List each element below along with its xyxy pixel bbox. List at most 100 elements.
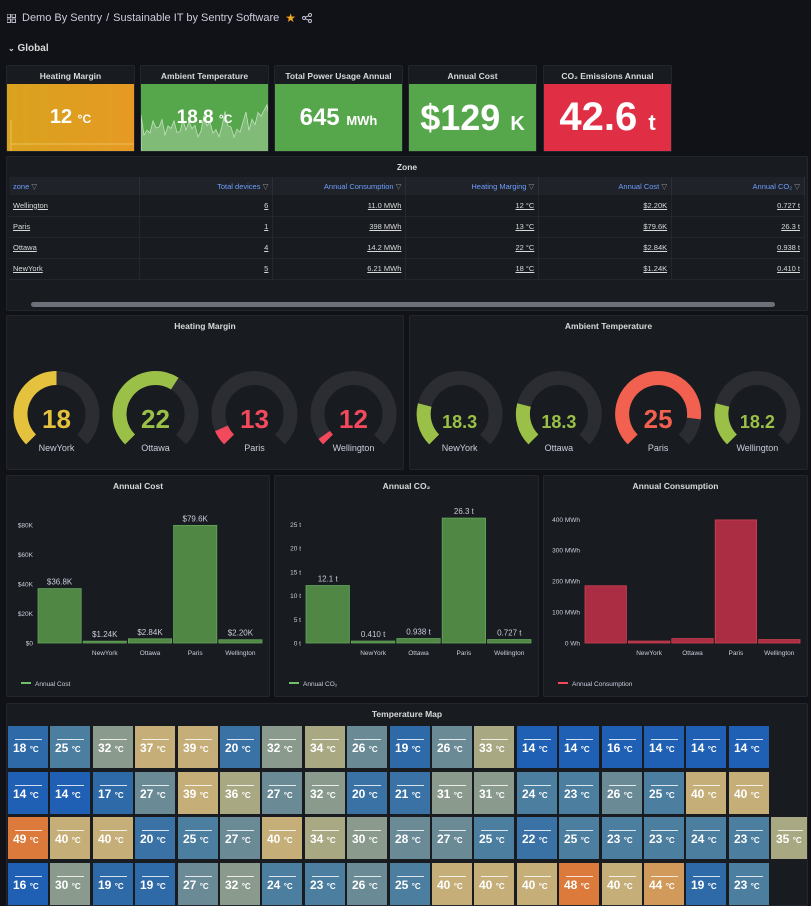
- temperature-tile[interactable]: 32 °C: [262, 726, 303, 768]
- temperature-tile[interactable]: 35 °C: [771, 817, 807, 859]
- temperature-tile[interactable]: 48 °C: [559, 863, 600, 905]
- table-cell[interactable]: 1: [139, 216, 274, 237]
- temperature-tile[interactable]: 14 °C: [517, 726, 558, 768]
- bar[interactable]: [628, 640, 671, 644]
- temperature-tile[interactable]: 27 °C: [135, 772, 176, 814]
- bar[interactable]: [128, 638, 173, 644]
- column-header[interactable]: Annual Consumption ▽: [272, 177, 407, 195]
- table-cell[interactable]: 6: [139, 195, 274, 216]
- temperature-tile[interactable]: 27 °C: [432, 817, 473, 859]
- temperature-tile[interactable]: 32 °C: [305, 772, 346, 814]
- temperature-tile[interactable]: 49 °C: [8, 817, 49, 859]
- temperature-tile[interactable]: 39 °C: [178, 726, 219, 768]
- temperature-tile[interactable]: 27 °C: [178, 863, 219, 905]
- temperature-tile[interactable]: 40 °C: [50, 817, 91, 859]
- temperature-tile[interactable]: 19 °C: [135, 863, 176, 905]
- table-cell[interactable]: 14.2 MWh: [272, 237, 407, 258]
- temperature-tile[interactable]: 27 °C: [262, 772, 303, 814]
- temperature-tile[interactable]: 23 °C: [729, 863, 770, 905]
- bar[interactable]: [758, 639, 801, 644]
- temperature-tile[interactable]: 40 °C: [262, 817, 303, 859]
- table-cell[interactable]: 18 °C: [405, 258, 540, 279]
- bar[interactable]: [396, 638, 441, 644]
- temperature-tile[interactable]: 24 °C: [262, 863, 303, 905]
- temperature-tile[interactable]: 14 °C: [559, 726, 600, 768]
- temperature-tile[interactable]: 26 °C: [347, 726, 388, 768]
- table-cell[interactable]: 6.21 MWh: [272, 258, 407, 279]
- legend-label[interactable]: Annual Cost: [35, 681, 71, 688]
- column-header[interactable]: zone ▽: [9, 177, 141, 195]
- column-header[interactable]: Total devices ▽: [139, 177, 274, 195]
- temperature-tile[interactable]: 14 °C: [8, 772, 49, 814]
- table-cell[interactable]: $79.6K: [538, 216, 673, 237]
- temperature-tile[interactable]: 14 °C: [50, 772, 91, 814]
- temperature-tile[interactable]: 24 °C: [686, 817, 727, 859]
- temperature-tile[interactable]: 18 °C: [8, 726, 49, 768]
- temperature-tile[interactable]: 21 °C: [390, 772, 431, 814]
- table-cell[interactable]: $2.20K: [538, 195, 673, 216]
- table-cell[interactable]: 26.3 t: [671, 216, 805, 237]
- temperature-tile[interactable]: 14 °C: [644, 726, 685, 768]
- temperature-tile[interactable]: 23 °C: [559, 772, 600, 814]
- bar[interactable]: [82, 640, 127, 644]
- temperature-tile[interactable]: 40 °C: [93, 817, 134, 859]
- temperature-tile[interactable]: 32 °C: [93, 726, 134, 768]
- row-toggle-global[interactable]: ⌄ Global: [8, 43, 49, 54]
- filter-icon[interactable]: ▽: [529, 182, 535, 191]
- star-icon[interactable]: ★: [285, 11, 296, 25]
- column-header[interactable]: Annual Cost ▽: [538, 177, 673, 195]
- table-cell[interactable]: 0.938 t: [671, 237, 805, 258]
- temperature-tile[interactable]: 26 °C: [602, 772, 643, 814]
- filter-icon[interactable]: ▽: [31, 182, 37, 191]
- temperature-tile[interactable]: 20 °C: [347, 772, 388, 814]
- table-cell[interactable]: Paris: [9, 216, 141, 237]
- temperature-tile[interactable]: 14 °C: [686, 726, 727, 768]
- legend-label[interactable]: Annual CO₂: [303, 681, 338, 688]
- filter-icon[interactable]: ▽: [263, 182, 269, 191]
- temperature-tile[interactable]: 23 °C: [305, 863, 346, 905]
- temperature-tile[interactable]: 20 °C: [220, 726, 261, 768]
- bar[interactable]: [173, 524, 218, 644]
- temperature-tile[interactable]: 31 °C: [432, 772, 473, 814]
- temperature-tile[interactable]: 32 °C: [220, 863, 261, 905]
- bar[interactable]: [351, 640, 396, 644]
- temperature-tile[interactable]: 30 °C: [347, 817, 388, 859]
- filter-icon[interactable]: ▽: [794, 182, 800, 191]
- temperature-tile[interactable]: 39 °C: [178, 772, 219, 814]
- table-cell[interactable]: 4: [139, 237, 274, 258]
- breadcrumb-org[interactable]: Demo By Sentry: [22, 12, 102, 24]
- temperature-tile[interactable]: 24 °C: [517, 772, 558, 814]
- temperature-tile[interactable]: 34 °C: [305, 726, 346, 768]
- temperature-tile[interactable]: 40 °C: [432, 863, 473, 905]
- temperature-tile[interactable]: 40 °C: [474, 863, 515, 905]
- temperature-tile[interactable]: 20 °C: [135, 817, 176, 859]
- legend-label[interactable]: Annual Consumption: [572, 681, 633, 688]
- bar[interactable]: [305, 585, 350, 644]
- temperature-tile[interactable]: 14 °C: [729, 726, 770, 768]
- temperature-tile[interactable]: 40 °C: [517, 863, 558, 905]
- bar[interactable]: [584, 585, 627, 644]
- apps-grid-icon[interactable]: [6, 13, 16, 23]
- temperature-tile[interactable]: 28 °C: [390, 817, 431, 859]
- temperature-tile[interactable]: 16 °C: [8, 863, 49, 905]
- share-icon[interactable]: [302, 13, 312, 23]
- table-cell[interactable]: 0.410 t: [671, 258, 805, 279]
- table-cell[interactable]: $1.24K: [538, 258, 673, 279]
- temperature-tile[interactable]: 25 °C: [390, 863, 431, 905]
- temperature-tile[interactable]: 37 °C: [135, 726, 176, 768]
- temperature-tile[interactable]: 30 °C: [50, 863, 91, 905]
- table-cell[interactable]: 5: [139, 258, 274, 279]
- table-cell[interactable]: 22 °C: [405, 237, 540, 258]
- temperature-tile[interactable]: 40 °C: [602, 863, 643, 905]
- column-header[interactable]: Annual CO₂ ▽: [671, 177, 805, 195]
- bar[interactable]: [671, 638, 714, 644]
- temperature-tile[interactable]: 25 °C: [559, 817, 600, 859]
- temperature-tile[interactable]: 34 °C: [305, 817, 346, 859]
- filter-icon[interactable]: ▽: [661, 182, 667, 191]
- temperature-tile[interactable]: 19 °C: [686, 863, 727, 905]
- temperature-tile[interactable]: 36 °C: [220, 772, 261, 814]
- table-cell[interactable]: Ottawa: [9, 237, 141, 258]
- temperature-tile[interactable]: 25 °C: [474, 817, 515, 859]
- temperature-tile[interactable]: 25 °C: [178, 817, 219, 859]
- dashboard-title[interactable]: Sustainable IT by Sentry Software: [113, 12, 279, 24]
